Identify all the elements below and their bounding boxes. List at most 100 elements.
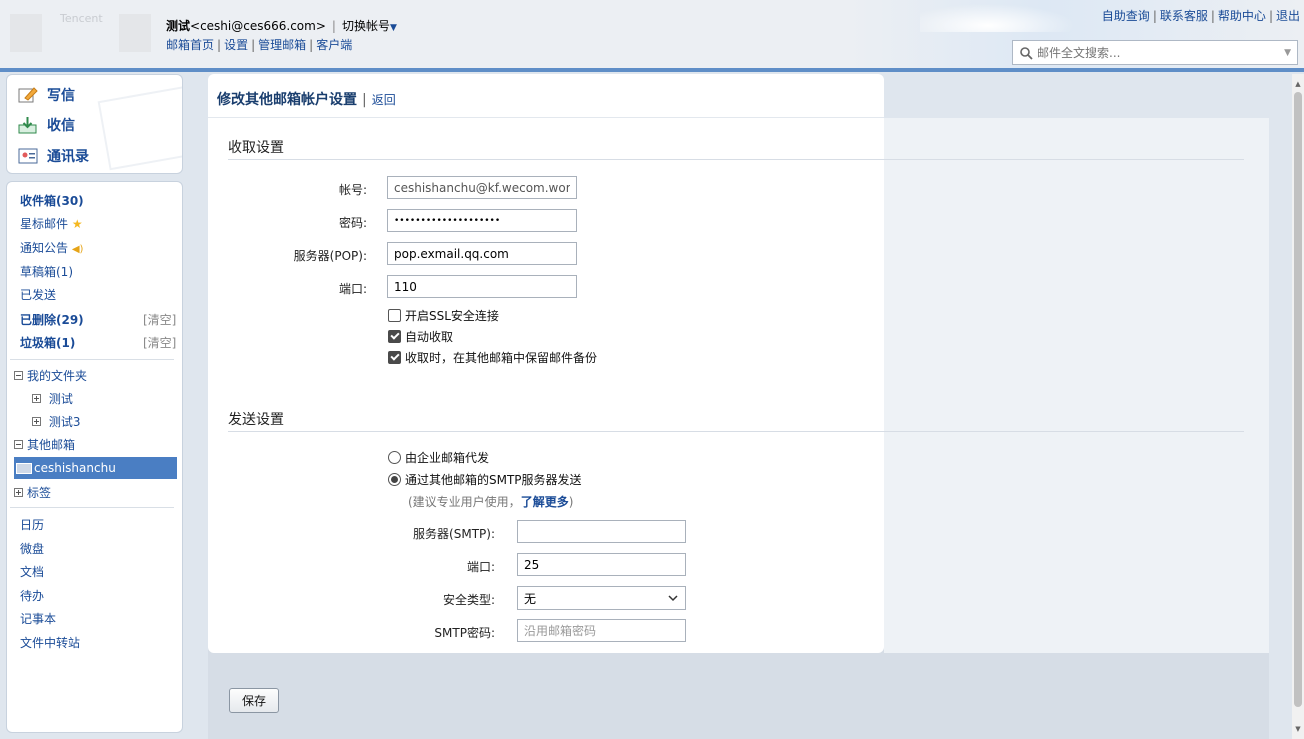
envelope-decoration: [97, 85, 182, 171]
port-field[interactable]: [387, 275, 577, 298]
scrollbar-thumb[interactable]: [1294, 92, 1302, 707]
folder-item-ceshi3[interactable]: 测试3: [32, 413, 80, 430]
switch-account-link[interactable]: 切换帐号: [342, 19, 390, 33]
app-drive[interactable]: 微盘: [20, 540, 44, 557]
page-title: 修改其他邮箱帐户设置 | 返回: [217, 92, 396, 108]
compose-button[interactable]: 写信: [18, 85, 75, 105]
logo-text: Tencent: [60, 12, 103, 25]
auto-receive-checkbox[interactable]: 自动收取: [388, 328, 453, 345]
self-service-link[interactable]: 自助查询: [1102, 9, 1150, 23]
send-section-title: 发送设置: [228, 412, 284, 428]
keep-backup-checkbox[interactable]: 收取时，在其他邮箱中保留邮件备份: [388, 349, 597, 366]
app-docs[interactable]: 文档: [20, 563, 44, 580]
search-dropdown-icon[interactable]: ▼: [1284, 48, 1291, 58]
account-field[interactable]: [387, 176, 577, 199]
panel-overlay: [884, 118, 1269, 653]
inbox-download-icon: [18, 117, 37, 134]
header: Tencent 测试<ceshi@ces666.com> | 切换帐号▼ 邮箱首页 |…: [0, 0, 1304, 68]
security-type-select[interactable]: 无: [517, 586, 686, 610]
security-type-label: 安全类型:: [442, 593, 495, 607]
top-nav: 邮箱首页 | 设置 | 管理邮箱 | 客户端: [166, 38, 353, 52]
receive-button[interactable]: 收信: [18, 115, 75, 135]
app-file-transfer[interactable]: 文件中转站: [20, 634, 80, 651]
expand-icon[interactable]: [32, 394, 41, 403]
smtp-password-label: SMTP密码:: [434, 626, 495, 640]
app-calendar[interactable]: 日历: [20, 516, 44, 533]
ssl-checkbox[interactable]: 开启SSL安全连接: [388, 307, 499, 324]
receive-section-title: 收取设置: [228, 140, 284, 156]
pop-server-label: 服务器(POP):: [293, 249, 367, 263]
expand-icon[interactable]: [32, 417, 41, 426]
folder-starred-label: 星标邮件: [20, 217, 69, 231]
folder-spam[interactable]: 垃圾箱(1): [20, 334, 75, 351]
user-line: 测试<ceshi@ces666.com> | 切换帐号▼: [166, 17, 397, 34]
pencil-icon: [18, 87, 38, 103]
folder-starred[interactable]: 星标邮件 ★: [20, 215, 83, 232]
tags-node[interactable]: 标签: [14, 484, 51, 501]
address-book-icon: [18, 148, 38, 164]
pop-server-field[interactable]: [387, 242, 577, 265]
folder-notices-label: 通知公告: [20, 241, 69, 255]
section-divider: [228, 431, 1244, 432]
selected-mailbox-label: ceshishanchu: [34, 461, 116, 475]
smtp-port-field[interactable]: [517, 553, 686, 576]
contacts-button[interactable]: 通讯录: [18, 146, 89, 166]
sidebar-item-ceshishanchu[interactable]: ceshishanchu: [14, 457, 177, 479]
user-name: 测试: [166, 19, 191, 33]
clear-deleted-link[interactable]: [清空]: [143, 311, 176, 328]
caret-down-icon[interactable]: ▼: [390, 23, 397, 33]
checkbox-box[interactable]: [388, 351, 401, 364]
section-divider: [228, 159, 1244, 160]
nav-home-link[interactable]: 邮箱首页: [166, 38, 214, 52]
search-input[interactable]: [1037, 45, 1285, 60]
user-email: <ceshi@ces666.com>: [190, 19, 326, 33]
learn-more-link[interactable]: 了解更多: [521, 495, 569, 509]
app-todo[interactable]: 待办: [20, 587, 44, 604]
collapse-icon[interactable]: [14, 440, 23, 449]
chevron-down-icon: [668, 595, 678, 602]
folder-inbox[interactable]: 收件箱(30): [20, 192, 84, 209]
account-label: 帐号:: [338, 183, 367, 197]
my-folders-label: 我的文件夹: [27, 369, 88, 383]
nav-settings-link[interactable]: 设置: [224, 38, 248, 52]
smtp-server-field[interactable]: [517, 520, 686, 543]
smtp-server-label: 服务器(SMTP):: [413, 527, 495, 541]
my-folders-node[interactable]: 我的文件夹: [14, 367, 87, 384]
folder-drafts[interactable]: 草稿箱(1): [20, 263, 73, 280]
smtp-port-label: 端口:: [466, 560, 495, 574]
other-mailboxes-label: 其他邮箱: [27, 438, 76, 452]
folder-item-ceshi[interactable]: 测试: [32, 390, 73, 407]
save-button[interactable]: 保存: [229, 688, 279, 713]
app-notes[interactable]: 记事本: [20, 610, 56, 627]
send-via-enterprise-radio[interactable]: 由企业邮箱代发: [388, 449, 489, 466]
folder-deleted[interactable]: 已删除(29): [20, 311, 84, 328]
nav-admin-link[interactable]: 管理邮箱: [258, 38, 306, 52]
nav-client-link[interactable]: 客户端: [316, 38, 352, 52]
folder-item-label: 测试3: [48, 415, 81, 429]
other-mailboxes-node[interactable]: 其他邮箱: [14, 436, 75, 453]
contact-support-link[interactable]: 联系客服: [1160, 9, 1208, 23]
clear-spam-link[interactable]: [清空]: [143, 334, 176, 351]
scroll-down-icon[interactable]: ▼: [1294, 725, 1302, 733]
checkbox-box[interactable]: [388, 309, 401, 322]
folder-sent[interactable]: 已发送: [20, 286, 56, 303]
smtp-password-field[interactable]: [517, 619, 686, 642]
divider: [10, 359, 174, 360]
logo-left: [10, 14, 42, 52]
collapse-icon[interactable]: [14, 371, 23, 380]
expand-icon[interactable]: [14, 488, 23, 497]
folder-notices[interactable]: 通知公告 ◀): [20, 239, 83, 256]
send-via-smtp-radio[interactable]: 通过其他邮箱的SMTP服务器发送: [388, 471, 582, 488]
page-title-text: 修改其他邮箱帐户设置: [217, 92, 357, 108]
logout-link[interactable]: 退出: [1276, 9, 1300, 23]
radio-circle[interactable]: [388, 451, 401, 464]
help-center-link[interactable]: 帮助中心: [1218, 9, 1266, 23]
port-label: 端口:: [338, 282, 367, 296]
divider: [10, 507, 174, 508]
search-box[interactable]: ▼: [1012, 40, 1298, 65]
checkbox-box[interactable]: [388, 330, 401, 343]
scroll-up-icon[interactable]: ▲: [1294, 80, 1302, 88]
back-link[interactable]: 返回: [372, 93, 396, 107]
radio-circle[interactable]: [388, 473, 401, 486]
password-field[interactable]: [387, 209, 577, 232]
